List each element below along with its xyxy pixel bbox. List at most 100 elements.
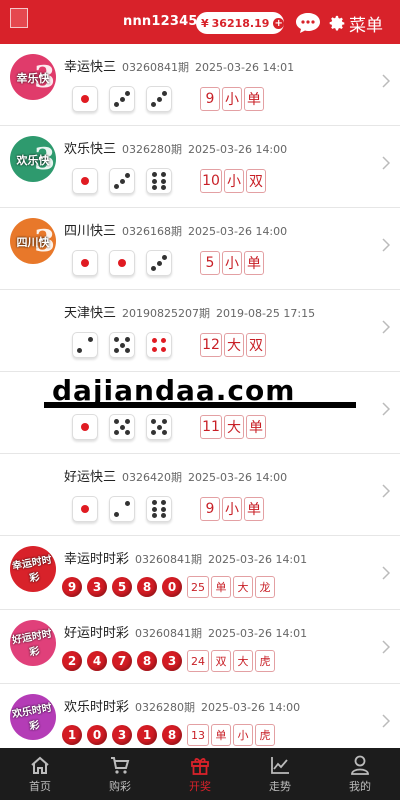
chevron-right-icon[interactable] [382, 566, 390, 580]
lottery-logo: 3 四川快 [10, 218, 56, 264]
sum-box: 9 [200, 497, 220, 521]
logo-text: 幸乐快 [16, 72, 50, 85]
lottery-title: 幸运快三 03260841期 2025-03-26 14:01 [64, 56, 294, 75]
lottery-name: 欢乐快三 [64, 142, 117, 157]
number-ball: 1 [62, 725, 82, 745]
die-pip [151, 512, 157, 518]
lottery-name: 幸运快三 [64, 60, 117, 75]
chevron-right-icon[interactable] [382, 156, 390, 170]
die-pip [113, 102, 119, 108]
chevron-right-icon[interactable] [382, 74, 390, 88]
lottery-time: 2019-08-25 17:15 [216, 307, 316, 320]
die-face-1 [72, 496, 98, 522]
sum-box: 9 [200, 87, 220, 111]
size-box: 小 [224, 169, 244, 193]
lottery-logo: 好运时时彩 [10, 620, 56, 666]
number-ball: 4 [87, 651, 107, 671]
lottery-period: 0326168期 [122, 225, 183, 238]
lottery-row[interactable]: 3 欢乐快 欢乐快三 0326280期 2025-03-26 14:00 10 小双 [0, 126, 400, 208]
die-pip [161, 419, 167, 425]
result-tag: 虎 [255, 724, 275, 746]
number-ball: 8 [137, 651, 157, 671]
chevron-right-icon[interactable] [382, 238, 390, 252]
menu-button[interactable]: 菜单 [329, 11, 383, 36]
die-pip [150, 102, 156, 108]
number-ball: 2 [62, 651, 82, 671]
die-pip [156, 260, 162, 266]
result-tag: 虎 [255, 650, 275, 672]
gear-icon [329, 15, 345, 31]
sum-box: 25 [187, 576, 209, 598]
die-face-6 [146, 168, 172, 194]
size-box: 大 [224, 415, 244, 439]
result-tag: 龙 [255, 576, 275, 598]
tab-cart[interactable]: 购彩 [80, 748, 160, 800]
chevron-right-icon[interactable] [382, 402, 390, 416]
die-pip [118, 259, 126, 267]
sum-box: 24 [187, 650, 209, 672]
logo-text: 欢乐快 [16, 154, 50, 167]
die-pip [151, 500, 157, 506]
lottery-row[interactable]: 3 幸乐快 幸运快三 03260841期 2025-03-26 14:01 9 小单 [0, 44, 400, 126]
tab-home[interactable]: 首页 [0, 748, 80, 800]
lottery-time: 2025-03-26 14:00 [188, 143, 288, 156]
ball-result: 2 4 7 8 3 24 双大虎 [62, 650, 277, 672]
lottery-period: 0326420期 [122, 471, 183, 484]
lottery-row[interactable]: 好运时时彩 好运时时彩 03260841期 2025-03-26 14:01 2 4 7 8 3… [0, 610, 400, 684]
die-face-3 [146, 250, 172, 276]
die-pip [125, 90, 131, 96]
number-ball: 0 [87, 725, 107, 745]
lottery-logo: 3 欢乐快 [10, 136, 56, 182]
die-pip [151, 429, 157, 435]
sum-box: 5 [200, 251, 220, 275]
lottery-name: 幸运时时彩 [64, 552, 130, 567]
die-face-1 [72, 168, 98, 194]
die-pip [81, 259, 89, 267]
lottery-row[interactable]: 好运快三 0326420期 2025-03-26 14:00 9 小单 [0, 454, 400, 536]
lottery-row[interactable]: 3 四川快 四川快三 0326168期 2025-03-26 14:00 5 小单 [0, 208, 400, 290]
lottery-period: 0326280期 [122, 143, 183, 156]
die-face-5 [109, 332, 135, 358]
lottery-title: 欢乐快三 0326280期 2025-03-26 14:00 [64, 138, 287, 157]
lottery-logo: 3 幸乐快 [10, 54, 56, 100]
chat-icon[interactable] [295, 12, 321, 34]
die-pip [151, 337, 157, 343]
chevron-right-icon[interactable] [382, 640, 390, 654]
lottery-period: 03260841期 [135, 627, 203, 640]
number-ball: 7 [112, 651, 132, 671]
lottery-row[interactable]: 欢乐时时彩 欢乐时时彩 0326280期 2025-03-26 14:00 1 0 3 1 8 1… [0, 684, 400, 752]
die-pip [162, 90, 168, 96]
number-ball: 3 [162, 651, 182, 671]
chevron-right-icon[interactable] [382, 714, 390, 728]
lottery-period: 03260841期 [122, 61, 190, 74]
lottery-row[interactable]: 幸运时时彩 幸运时时彩 03260841期 2025-03-26 14:01 9 3 5 8 0… [0, 536, 400, 610]
result-tag: 大 [233, 650, 253, 672]
tab-gift[interactable]: 开奖 [160, 748, 240, 800]
lottery-title: 幸运时时彩 03260841期 2025-03-26 14:01 [64, 548, 307, 567]
balance-badge[interactable]: ¥ 36218.19 + [196, 12, 284, 34]
die-pip [150, 266, 156, 272]
result-tag: 大 [233, 576, 253, 598]
die-pip [81, 423, 89, 431]
die-pip [119, 96, 125, 102]
die-pip [114, 429, 120, 435]
parity-box: 单 [246, 415, 266, 439]
die-face-6 [146, 496, 172, 522]
dice-result: 12 大双 [72, 332, 268, 358]
die-pip [87, 337, 93, 343]
lottery-row[interactable]: 天津快三 20190825207期 2019-08-25 17:15 12 大双 [0, 290, 400, 372]
chevron-right-icon[interactable] [382, 484, 390, 498]
die-face-3 [109, 168, 135, 194]
cart-icon [111, 757, 130, 774]
size-box: 小 [222, 251, 242, 275]
user-icon [351, 755, 369, 775]
tab-label: 购彩 [109, 780, 131, 793]
tab-user[interactable]: 我的 [320, 748, 400, 800]
logo-text: 好运时时彩 [11, 628, 53, 659]
die-pip [156, 424, 162, 430]
tab-chart[interactable]: 走势 [240, 748, 320, 800]
chevron-right-icon[interactable] [382, 320, 390, 334]
recharge-plus-icon[interactable]: + [273, 17, 284, 29]
parity-box: 单 [244, 497, 264, 521]
die-pip [119, 342, 125, 348]
